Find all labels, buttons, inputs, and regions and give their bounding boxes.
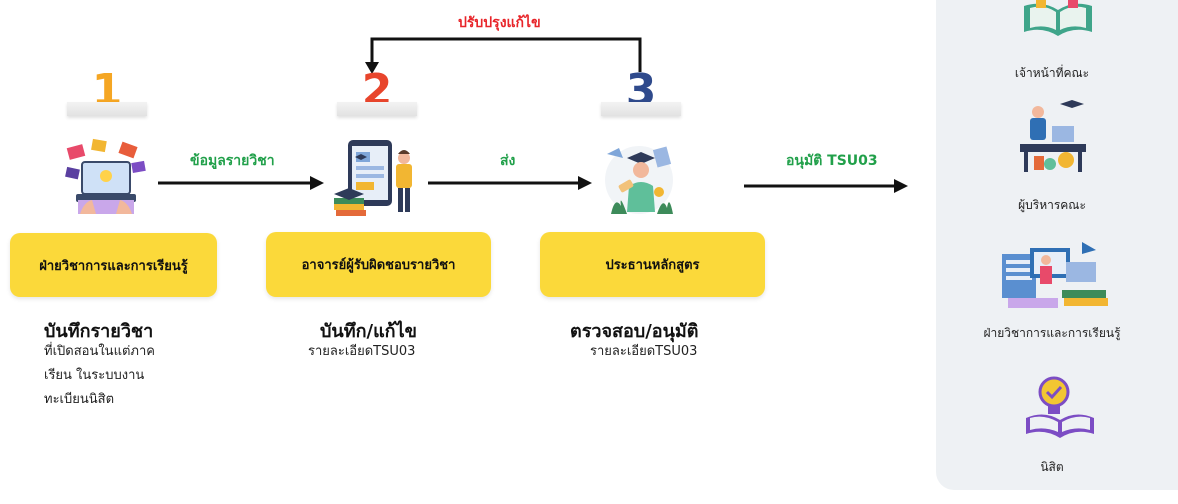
sidebar-item-students: นิสิต — [1040, 460, 1064, 474]
academic-office-icon — [1002, 242, 1108, 308]
step-1-pedestal — [67, 102, 147, 116]
sidebar-item-faculty-staff: เจ้าหน้าที่คณะ — [1014, 66, 1090, 80]
student-book-icon — [1026, 376, 1094, 438]
role-box-course-lecturer: อาจารย์ผู้รับผิดชอบรายวิชา — [266, 232, 491, 297]
arrow-step1-to-step2 — [158, 176, 324, 190]
graduate-icon — [605, 146, 673, 214]
laptop-books-icon — [65, 138, 146, 214]
step-2-action-desc: รายละเอียดTSU03 — [308, 340, 415, 364]
step-1-desc-line: ที่เปิดสอนในแต่ภาค — [44, 344, 155, 359]
flow-label-send: ส่ง — [500, 153, 516, 169]
arrow-step3-to-approve — [744, 179, 908, 193]
flow-label-course-info: ข้อมูลรายวิชา — [190, 153, 275, 169]
step-3-desc-line: รายละเอียดTSU03 — [590, 344, 698, 359]
sidebar-item-faculty-executives: ผู้บริหารคณะ — [1018, 198, 1086, 212]
flow-label-approve: อนุมัติ TSU03 — [786, 153, 878, 169]
arrow-step2-to-step3 — [428, 176, 592, 190]
role-box-academic-office: ฝ่ายวิชาการและการเรียนรู้ — [10, 233, 217, 297]
step-1-action-desc: ที่เปิดสอนในแต่ภาค เรียน ในระบบงาน ทะเบี… — [44, 340, 155, 412]
step-3-pedestal — [601, 102, 681, 116]
step-2-desc-line: รายละเอียดTSU03 — [308, 344, 416, 359]
step-2-pedestal — [337, 102, 417, 116]
step-1-desc-line: ทะเบียนนิสิต — [44, 392, 115, 407]
step-1-desc-line: เรียน ในระบบงาน — [44, 368, 145, 383]
sidebar-item-academic-office: ฝ่ายวิชาการและการเรียนรู้ — [983, 326, 1121, 340]
step-3-action-desc: รายละเอียดTSU03 — [590, 340, 697, 364]
open-book-icon — [1024, 0, 1092, 36]
tablet-teacher-icon — [334, 140, 412, 216]
role-box-program-chair: ประธานหลักสูตร — [540, 232, 765, 297]
executive-icon — [1020, 100, 1086, 172]
